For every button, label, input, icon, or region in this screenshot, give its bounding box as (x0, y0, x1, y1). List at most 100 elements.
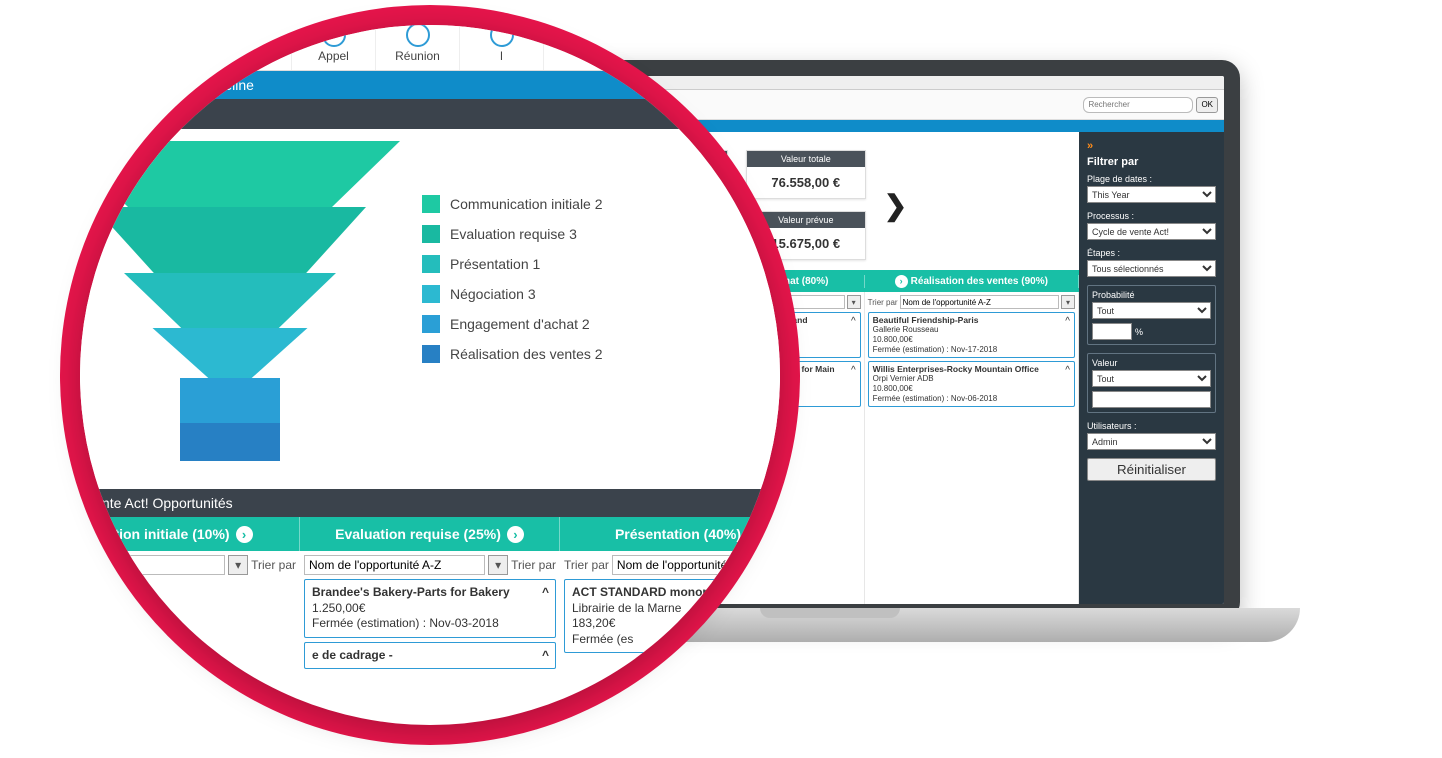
sort-label: Trier par (511, 558, 556, 572)
stages-select[interactable]: Tous sélectionnés (1087, 260, 1216, 277)
sort-dropdown-icon[interactable]: ▾ (1061, 295, 1075, 309)
next-arrow-icon[interactable]: ❯ (884, 189, 907, 222)
phone-icon (322, 25, 346, 47)
legend-label: Réalisation des ventes 2 (450, 346, 603, 362)
probability-input[interactable] (1092, 323, 1132, 340)
toolbar-button-call[interactable]: Appel (292, 25, 376, 70)
legend-label: Engagement d'achat 2 (450, 316, 590, 332)
legend-label: Présentation 1 (450, 256, 540, 272)
filter-sidebar: » Filtrer par Plage de dates : This Year… (1079, 132, 1224, 604)
funnel-panel: Communication initiale 2 Evaluation requ… (80, 129, 780, 489)
sort-label: Trier par (564, 558, 609, 572)
sort-select[interactable] (612, 555, 780, 575)
count-value-toggle[interactable]: Compteur Valeu (674, 104, 781, 124)
stage-header[interactable]: Présentation (40%) (560, 517, 780, 551)
toolbar-button-new[interactable]: Nouveau (208, 25, 292, 70)
more-icon (490, 25, 514, 47)
search-ok-button[interactable]: OK (1196, 97, 1218, 113)
mag-pipeline-columns: ▾Trier par ▾Trier par ^ Brandee's Bakery… (80, 551, 780, 673)
card-collapse-icon[interactable]: ^ (1065, 316, 1070, 327)
legend-swatch (422, 195, 440, 213)
sort-select[interactable] (80, 555, 225, 575)
reset-button[interactable]: Réinitialiser (1087, 458, 1216, 481)
toolbar-button-next[interactable]: Suivant (124, 25, 208, 70)
stage-header[interactable]: Evaluation requise (25%) (300, 517, 560, 551)
sort-label: Trier par (868, 298, 898, 307)
tab-list-view[interactable]: Vue Liste (80, 77, 134, 93)
pipeline-column: Trier par▾ ^ ACT STANDARD monoposte Libr… (560, 551, 780, 673)
legend-swatch (422, 285, 440, 303)
value-input[interactable] (1092, 391, 1211, 408)
mag-toolbar: cédent Suivant Nouveau Appel Réunion l (80, 25, 780, 71)
mag-stage-headers: nication initiale (10%) Evaluation requi… (80, 517, 780, 551)
sort-dropdown-icon[interactable]: ▾ (228, 555, 248, 575)
users-select[interactable]: Admin (1087, 433, 1216, 450)
value-select[interactable]: Tout (1092, 370, 1211, 387)
stage-header[interactable]: Réalisation des ventes (90%) (865, 275, 1079, 288)
funnel-stage-2 (94, 207, 366, 273)
filter-title: Filtrer par (1087, 156, 1216, 168)
legend-label: Evaluation requise 3 (450, 226, 577, 242)
card-collapse-icon[interactable]: ^ (1065, 365, 1070, 376)
legend-swatch (422, 345, 440, 363)
legend-swatch (422, 255, 440, 273)
sort-dropdown-icon[interactable]: ▾ (488, 555, 508, 575)
process-select[interactable]: Cycle de vente Act! (1087, 223, 1216, 240)
tab-indicator-icon (160, 82, 172, 91)
stage-header[interactable]: nication initiale (10%) (80, 517, 300, 551)
opportunity-card[interactable]: ^ Willis Enterprises-Rocky Mountain Offi… (868, 361, 1075, 407)
prev-icon (80, 25, 94, 47)
funnel-stage-5 (180, 378, 280, 423)
probability-select[interactable]: Tout (1092, 302, 1211, 319)
funnel-stage-6 (180, 423, 280, 461)
filter-users: Utilisateurs : Admin (1087, 421, 1216, 450)
legend-swatch (422, 315, 440, 333)
funnel-stage-1 (80, 141, 400, 207)
percent-label: % (1135, 327, 1143, 337)
pipeline-column: Trier par ▾ ^ Beautiful Friendship-Paris … (865, 292, 1079, 604)
legend-label: Négociation 3 (450, 286, 536, 302)
funnel-legend: Communication initiale 2 Evaluation requ… (422, 195, 603, 471)
funnel-stage-3 (124, 273, 336, 328)
toolbar-button-meeting[interactable]: Réunion (376, 25, 460, 70)
legend-label: Communication initiale 2 (450, 196, 603, 212)
meeting-icon (406, 25, 430, 47)
card-collapse-icon[interactable]: ^ (542, 648, 549, 664)
filter-stages: Étapes : Tous sélectionnés (1087, 248, 1216, 277)
filter-value: Valeur Tout (1087, 353, 1216, 413)
next-icon (154, 25, 178, 47)
pipeline-column: ▾Trier par (80, 551, 300, 673)
funnel-stage-4 (153, 328, 308, 378)
sort-dropdown-icon[interactable]: ▾ (847, 295, 861, 309)
opportunity-card[interactable]: ^ Brandee's Bakery-Parts for Bakery 1.25… (304, 579, 556, 638)
card-collapse-icon[interactable]: ^ (851, 365, 856, 376)
toolbar-button-more[interactable]: l (460, 25, 544, 70)
toggle-value[interactable]: Valeu (750, 104, 780, 124)
card-collapse-icon[interactable]: ^ (542, 585, 549, 601)
opportunity-card[interactable]: ^ ACT STANDARD monoposte Librairie de la… (564, 579, 780, 653)
mag-section-header: es Compteur Valeu (80, 99, 780, 129)
date-range-select[interactable]: This Year (1087, 186, 1216, 203)
toolbar-button-prev[interactable]: cédent (80, 25, 124, 70)
sort-select[interactable] (304, 555, 485, 575)
filter-date-range: Plage de dates : This Year (1087, 174, 1216, 203)
mag-view-tabs: Vue Liste Vue Pipeline (80, 71, 780, 99)
tab-pipeline-view[interactable]: Vue Pipeline (160, 77, 254, 93)
card-collapse-icon[interactable]: ^ (851, 316, 856, 327)
toggle-count[interactable]: Compteur (674, 104, 751, 124)
opportunity-card[interactable]: ^ e de cadrage - (304, 642, 556, 670)
filter-probability: Probabilité Tout % (1087, 285, 1216, 345)
magnifier-circle: cédent Suivant Nouveau Appel Réunion l V… (80, 25, 780, 725)
collapse-icon[interactable]: » (1087, 140, 1216, 152)
sort-select[interactable] (900, 295, 1059, 309)
mag-opportunities-header: e de vente Act! Opportunités (80, 489, 780, 517)
sort-label: Trier par (251, 558, 296, 572)
legend-swatch (422, 225, 440, 243)
funnel-chart (80, 141, 400, 471)
search-input[interactable] (1083, 97, 1193, 113)
filter-process: Processus : Cycle de vente Act! (1087, 211, 1216, 240)
search-box: OK (1083, 97, 1218, 113)
pipeline-column: ▾Trier par ^ Brandee's Bakery-Parts for … (300, 551, 560, 673)
user-icon (238, 25, 262, 47)
opportunity-card[interactable]: ^ Beautiful Friendship-Paris Gallerie Ro… (868, 312, 1075, 358)
